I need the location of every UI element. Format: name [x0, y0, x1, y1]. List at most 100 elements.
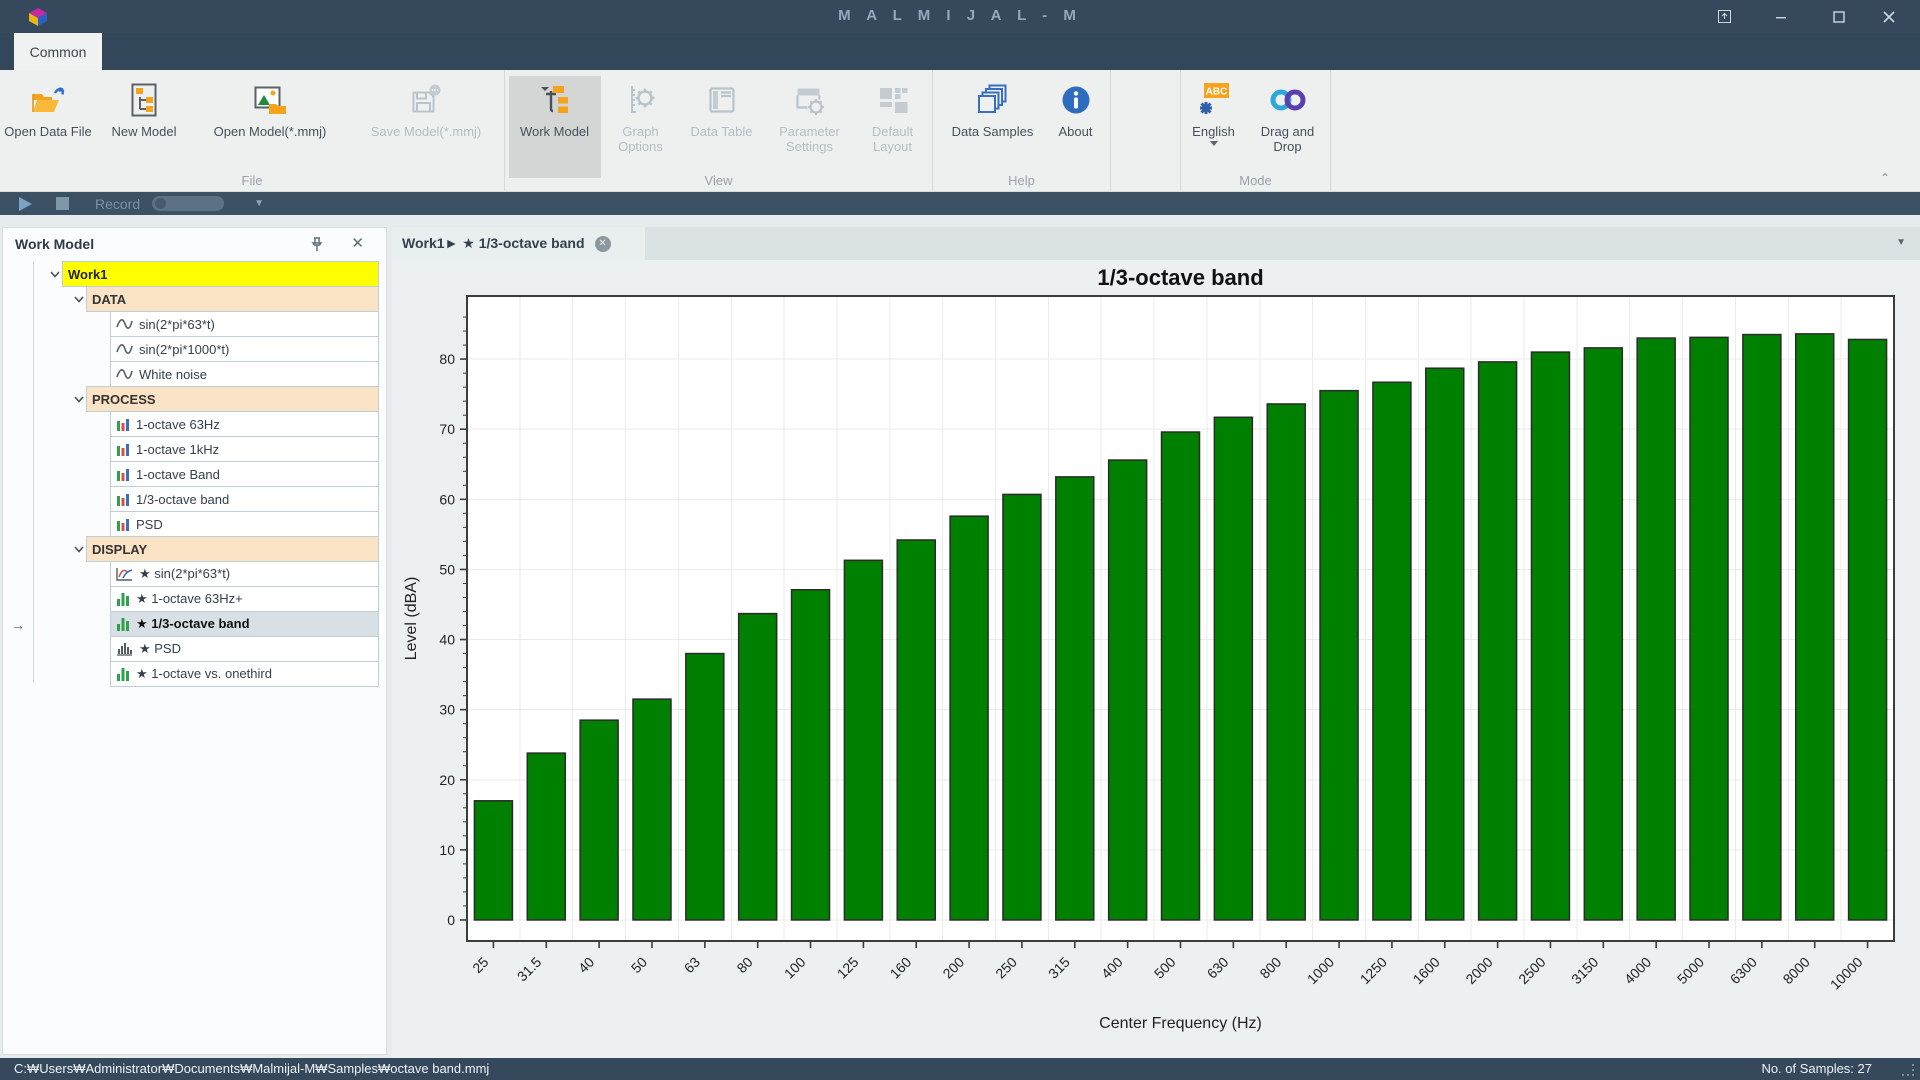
bar-1600[interactable] [1426, 368, 1464, 920]
bar-50[interactable] [633, 699, 671, 920]
tree-item-display[interactable]: DISPLAY [86, 536, 379, 562]
bar-2000[interactable] [1479, 362, 1517, 920]
tree-item-psd[interactable]: PSD [110, 511, 379, 537]
bar-200[interactable] [950, 516, 988, 920]
ribbon-collapse-icon[interactable]: ⌃ [1880, 171, 1890, 185]
chevron-down-icon[interactable]: ▼ [1896, 237, 1906, 248]
tree-item-work1[interactable]: Work1 [62, 261, 379, 287]
data-samples-button[interactable]: Data Samples [939, 76, 1047, 178]
bar-400[interactable] [1109, 460, 1147, 920]
bars-multicolor-icon [116, 517, 130, 531]
bar-315[interactable] [1056, 477, 1094, 920]
bar-160[interactable] [897, 540, 935, 920]
tab-common[interactable]: Common [14, 33, 102, 70]
tree-item-sin-2-pi-1000-t[interactable]: sin(2*pi*1000*t) [110, 336, 379, 362]
chevron-down-icon[interactable] [71, 287, 86, 312]
default-layout-button: Default Layout [857, 76, 929, 178]
bar-1250[interactable] [1373, 382, 1411, 920]
chevron-down-icon[interactable]: ▼ [254, 198, 264, 209]
bar-10000[interactable] [1849, 339, 1887, 920]
data-table-icon [706, 80, 738, 120]
bar-630[interactable] [1214, 417, 1252, 920]
language-button[interactable]: ABC English [1182, 76, 1246, 178]
button-label: Parameter Settings [763, 124, 857, 154]
close-icon[interactable]: ✕ [351, 234, 364, 252]
maximize-icon[interactable] [1816, 0, 1862, 33]
tab-close-icon[interactable]: ✕ [595, 236, 611, 252]
new-model-button[interactable]: New Model [96, 76, 192, 178]
tree-row: 1-octave 1kHz [3, 437, 386, 462]
pin-icon[interactable] [310, 236, 324, 252]
bar-500[interactable] [1162, 432, 1200, 920]
drag-drop-button[interactable]: Drag and Drop [1246, 76, 1330, 178]
open-data-file-button[interactable]: Open Data File [0, 76, 96, 178]
bar-4000[interactable] [1637, 338, 1675, 920]
minimize-icon[interactable] [1758, 0, 1804, 33]
tree-row: ★ 1-octave vs. onethird [3, 662, 386, 687]
octave-band-chart: 010203040506070802531.540506380100125160… [392, 260, 1920, 1058]
tree-item-sin-2-pi-63-t[interactable]: sin(2*pi*63*t) [110, 311, 379, 337]
bar-40[interactable] [580, 720, 618, 920]
tree-item-1-octave-band[interactable]: 1-octave Band [110, 461, 379, 487]
sine-icon [116, 342, 133, 356]
parameter-settings-button: Parameter Settings [763, 76, 857, 178]
x-tick-label: 1250 [1357, 954, 1390, 987]
bar-6300[interactable] [1743, 335, 1781, 920]
bar-800[interactable] [1267, 404, 1305, 920]
tree-row: Work1 [3, 262, 386, 287]
tree-item-1-3-octave-band[interactable]: ★ 1/3-octave band [110, 611, 379, 637]
bar-25[interactable] [474, 801, 512, 920]
resize-grip[interactable] [1902, 1064, 1914, 1076]
document-tab[interactable]: Work1► ★ 1/3-octave band ✕ [392, 227, 645, 260]
bar-2500[interactable] [1531, 352, 1569, 920]
x-tick-label: 250 [992, 954, 1020, 982]
tree-item-process[interactable]: PROCESS [86, 386, 379, 412]
bar-125[interactable] [844, 560, 882, 920]
x-axis-label: Center Frequency (Hz) [1099, 1015, 1262, 1032]
bar-63[interactable] [686, 654, 724, 920]
tree-item-1-octave-vs-onethird[interactable]: ★ 1-octave vs. onethird [110, 661, 379, 687]
bar-1000[interactable] [1320, 391, 1358, 920]
panel-title: Work Model [15, 236, 94, 252]
stop-icon[interactable] [56, 197, 69, 210]
save-model-button: Save Model(*.mmj) [348, 76, 504, 178]
about-button[interactable]: About [1047, 76, 1105, 178]
tree-item-psd[interactable]: ★ PSD [110, 636, 379, 662]
bar-5000[interactable] [1690, 337, 1728, 920]
x-tick-label: 40 [575, 954, 597, 976]
tree-item-1-3-octave-band[interactable]: 1/3-octave band [110, 486, 379, 512]
open-model-button[interactable]: Open Model(*.mmj) [192, 76, 348, 178]
chevron-down-icon[interactable] [47, 262, 62, 287]
tree-indent [33, 412, 110, 437]
work-model-icon [538, 80, 572, 120]
tree-indent [33, 387, 71, 412]
play-icon[interactable] [19, 197, 32, 211]
chevron-down-icon[interactable] [71, 537, 86, 562]
x-tick-label: 6300 [1727, 954, 1760, 987]
tree-item-white-noise[interactable]: White noise [110, 361, 379, 387]
y-tick-label: 60 [439, 491, 455, 507]
bar-80[interactable] [739, 614, 777, 920]
bar-3150[interactable] [1584, 348, 1622, 920]
bar-100[interactable] [792, 590, 830, 920]
x-tick-label: 5000 [1674, 954, 1707, 987]
bar-250[interactable] [1003, 494, 1041, 920]
record-toggle[interactable] [152, 196, 224, 211]
x-tick-label: 63 [681, 954, 703, 976]
work-model-button[interactable]: Work Model [509, 76, 601, 178]
tree-item-1-octave-1khz[interactable]: 1-octave 1kHz [110, 436, 379, 462]
tree-item-label: ★ 1-octave vs. onethird [136, 666, 272, 682]
close-icon[interactable] [1866, 0, 1912, 33]
bar-31.5[interactable] [527, 753, 565, 920]
document-panel: Work1► ★ 1/3-octave band ✕ ▼ 01020304050… [392, 227, 1920, 1058]
group-label-mode: Mode [1181, 173, 1330, 188]
bar-8000[interactable] [1796, 334, 1834, 920]
chevron-down-icon[interactable] [71, 387, 86, 412]
tree-item-data[interactable]: DATA [86, 286, 379, 312]
ribbon-options-icon[interactable] [1701, 0, 1747, 33]
tree-item-sin-2-pi-63-t[interactable]: ★ sin(2*pi*63*t) [110, 561, 379, 587]
status-file-path: C:₩Users₩Administrator₩Documents₩Malmija… [14, 1061, 489, 1076]
histogram-icon [116, 642, 133, 656]
tree-item-1-octave-63hz[interactable]: ★ 1-octave 63Hz+ [110, 586, 379, 612]
tree-item-1-octave-63hz[interactable]: 1-octave 63Hz [110, 411, 379, 437]
